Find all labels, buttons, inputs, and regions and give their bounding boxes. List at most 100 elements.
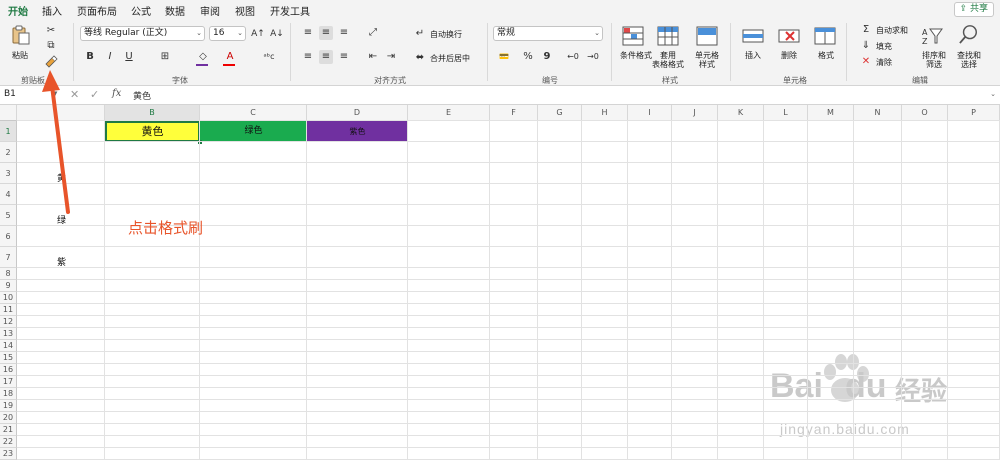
row-header-10[interactable]: 10 <box>0 292 17 304</box>
decrease-decimal-icon[interactable]: →0 <box>586 50 600 64</box>
delete-cells-icon[interactable] <box>778 26 800 46</box>
insert-cells-icon[interactable] <box>742 26 764 46</box>
currency-icon[interactable]: 💳 <box>497 50 511 64</box>
row-header-17[interactable]: 17 <box>0 376 17 388</box>
fill-color-icon[interactable]: ◇ <box>196 50 210 64</box>
underline-button[interactable]: U <box>122 50 136 64</box>
row-header-23[interactable]: 23 <box>0 448 17 460</box>
row-header-13[interactable]: 13 <box>0 328 17 340</box>
row-header-14[interactable]: 14 <box>0 340 17 352</box>
align-center-icon[interactable]: ≡ <box>319 50 333 64</box>
align-right-icon[interactable]: ≡ <box>337 50 351 64</box>
cut-icon[interactable]: ✂ <box>44 24 58 38</box>
increase-font-icon[interactable]: A↑ <box>251 27 265 41</box>
conditional-format-icon[interactable] <box>622 26 644 46</box>
row-header-4[interactable]: 4 <box>0 184 17 205</box>
tab-developer[interactable]: 开发工具 <box>270 3 310 18</box>
font-name-select[interactable]: 等线 Regular (正文) ⌄ <box>80 26 205 41</box>
font-size-select[interactable]: 16 ⌄ <box>209 26 246 41</box>
column-header-k[interactable]: K <box>718 105 764 121</box>
row-header-16[interactable]: 16 <box>0 364 17 376</box>
confirm-icon[interactable]: ✓ <box>90 88 99 101</box>
align-middle-icon[interactable]: ≡ <box>319 26 333 40</box>
cell-c1-green[interactable]: 绿色 <box>200 121 307 142</box>
align-bottom-icon[interactable]: ≡ <box>337 26 351 40</box>
row-header-8[interactable]: 8 <box>0 268 17 280</box>
spreadsheet-grid[interactable]: 黄色 绿色 紫色 黄 绿 紫 Bai du 经验 jingyan.baidu.c… <box>0 105 1000 460</box>
percent-button[interactable]: % <box>521 50 535 64</box>
tab-view[interactable]: 视图 <box>235 3 255 18</box>
row-header-5[interactable]: 5 <box>0 205 17 226</box>
row-header-7[interactable]: 7 <box>0 247 17 268</box>
column-header-p[interactable]: P <box>948 105 1000 121</box>
formula-input[interactable]: 黄色 <box>133 89 151 102</box>
format-cells-icon[interactable] <box>814 26 836 46</box>
orientation-icon[interactable]: ⤢ <box>366 26 380 40</box>
row-header-2[interactable]: 2 <box>0 142 17 163</box>
cell-b1-yellow[interactable]: 黄色 <box>105 121 200 142</box>
tab-data[interactable]: 数据 <box>165 3 185 18</box>
column-header-g[interactable]: G <box>538 105 582 121</box>
border-icon[interactable]: ⊞ <box>158 50 172 64</box>
find-select-icon[interactable] <box>958 24 980 44</box>
align-top-icon[interactable]: ≡ <box>301 26 315 40</box>
row-header-12[interactable]: 12 <box>0 316 17 328</box>
format-as-table-icon[interactable] <box>657 26 679 46</box>
bold-button[interactable]: B <box>83 50 97 64</box>
increase-indent-icon[interactable]: ⇥ <box>384 50 398 64</box>
column-header-d[interactable]: D <box>307 105 408 121</box>
tab-page-layout[interactable]: 页面布局 <box>77 3 117 18</box>
decrease-font-icon[interactable]: A↓ <box>270 27 284 41</box>
cell-d1-purple[interactable]: 紫色 <box>307 121 408 142</box>
column-header-l[interactable]: L <box>764 105 808 121</box>
column-header-a[interactable] <box>17 105 105 121</box>
increase-decimal-icon[interactable]: ←0 <box>566 50 580 64</box>
select-all-corner[interactable] <box>0 105 17 121</box>
number-format-select[interactable]: 常规 ⌄ <box>493 26 603 41</box>
format-painter-icon[interactable] <box>44 54 58 68</box>
tab-formulas[interactable]: 公式 <box>131 3 151 18</box>
row-header-1[interactable]: 1 <box>0 121 17 142</box>
merge-center-icon[interactable]: ⬌ <box>413 51 427 65</box>
cancel-icon[interactable]: ✕ <box>70 88 79 101</box>
cell-styles-icon[interactable] <box>696 26 718 46</box>
clear-icon[interactable]: ✕ <box>859 55 873 69</box>
autosum-icon[interactable]: Σ <box>859 23 873 37</box>
insert-function-button[interactable]: fx <box>112 88 121 99</box>
name-box-dropdown-icon[interactable]: ▼ <box>52 90 57 98</box>
sort-filter-icon[interactable]: AZ <box>922 26 944 46</box>
column-header-i[interactable]: I <box>628 105 672 121</box>
row-header-19[interactable]: 19 <box>0 400 17 412</box>
row-header-22[interactable]: 22 <box>0 436 17 448</box>
tab-home[interactable]: 开始 <box>8 3 28 22</box>
row-header-21[interactable]: 21 <box>0 424 17 436</box>
column-header-f[interactable]: F <box>490 105 538 121</box>
fill-label[interactable]: 填充 <box>876 42 892 51</box>
font-color-icon[interactable]: A <box>223 50 237 64</box>
comma-button[interactable]: 9 <box>540 50 554 64</box>
wrap-text-icon[interactable]: ↵ <box>413 27 427 41</box>
autosum-label[interactable]: 自动求和 <box>876 26 908 35</box>
paste-icon[interactable] <box>10 25 32 45</box>
row-header-18[interactable]: 18 <box>0 388 17 400</box>
column-header-m[interactable]: M <box>808 105 854 121</box>
row-header-3[interactable]: 3 <box>0 163 17 184</box>
wrap-text-label[interactable]: 自动换行 <box>430 30 462 39</box>
expand-formula-icon[interactable]: ⌄ <box>990 90 996 98</box>
copy-icon[interactable]: ⧉ <box>44 39 58 53</box>
row-header-15[interactable]: 15 <box>0 352 17 364</box>
tab-review[interactable]: 审阅 <box>200 3 220 18</box>
column-header-h[interactable]: H <box>582 105 628 121</box>
column-header-j[interactable]: J <box>672 105 718 121</box>
column-header-n[interactable]: N <box>854 105 902 121</box>
align-left-icon[interactable]: ≡ <box>301 50 315 64</box>
column-header-b[interactable]: B <box>105 105 200 121</box>
column-header-e[interactable]: E <box>408 105 490 121</box>
column-header-o[interactable]: O <box>902 105 948 121</box>
phonetic-icon[interactable]: ᵃᵇc <box>262 50 276 64</box>
clear-label[interactable]: 清除 <box>876 58 892 67</box>
row-header-11[interactable]: 11 <box>0 304 17 316</box>
row-header-9[interactable]: 9 <box>0 280 17 292</box>
name-box[interactable]: B1 <box>4 89 16 99</box>
column-header-c[interactable]: C <box>200 105 307 121</box>
